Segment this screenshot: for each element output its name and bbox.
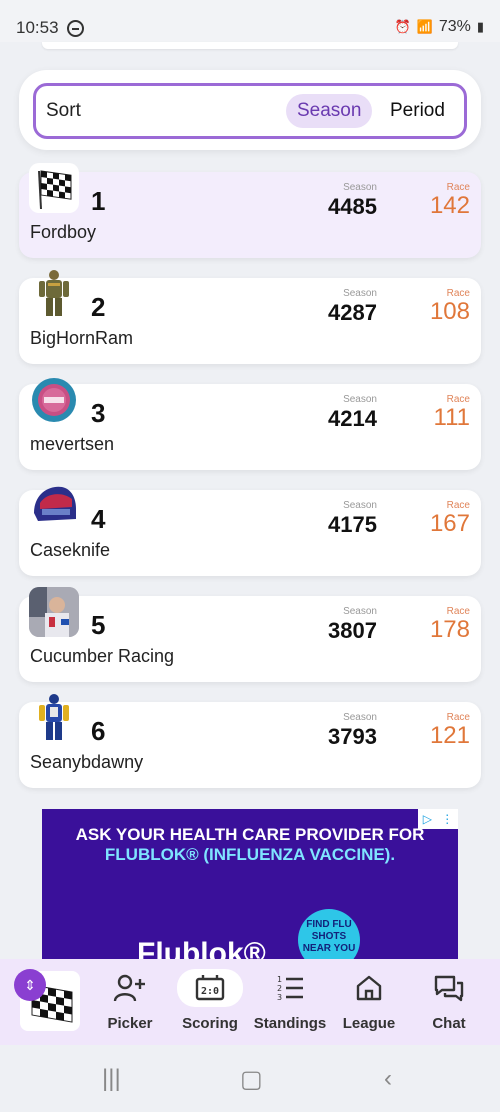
top-card-edge	[42, 42, 458, 49]
rank-number: 1	[91, 186, 106, 216]
ad-cta-badge[interactable]: FIND FLU SHOTS NEAR YOU	[298, 909, 360, 959]
system-nav-bar: ||| ▢ ‹	[0, 1045, 500, 1112]
ad-brand: Flublok®	[137, 937, 266, 959]
season-label: Season	[343, 394, 377, 405]
nav-label: Picker	[107, 1015, 153, 1032]
status-right: ⏰ 📶 73% ▮	[394, 18, 484, 36]
sort-label: Sort	[46, 100, 81, 121]
nav-scoring[interactable]: 2:0 Scoring	[170, 969, 250, 1039]
sort-control: Sort Season Period	[33, 83, 467, 139]
rank-number: 6	[91, 716, 106, 746]
nav-standings[interactable]: 123 Standings	[250, 969, 330, 1039]
season-label: Season	[343, 712, 377, 723]
race-score: 167	[429, 510, 470, 537]
svg-text:2:0: 2:0	[201, 986, 219, 997]
race-score: 121	[429, 722, 470, 749]
standings-row[interactable]: 5 Cucumber Racing Season 3807 Race 178	[19, 587, 481, 682]
season-score: 4287	[328, 300, 377, 325]
player-name: Cucumber Racing	[30, 646, 175, 666]
season-label: Season	[343, 288, 377, 299]
race-score: 142	[429, 192, 470, 219]
home-button-icon[interactable]: ▢	[240, 1065, 263, 1094]
ad-subheadline: FLUBLOK® (INFLUENZA VACCINE).	[104, 845, 396, 864]
player-name: mevertsen	[30, 434, 115, 454]
race-score: 178	[429, 616, 470, 643]
driver-photo	[29, 587, 79, 637]
bottom-nav: ⇕ Picker 2:0 Scoring 123 Standings Leagu…	[0, 959, 500, 1045]
nav-label: Standings	[253, 1015, 327, 1032]
standings-row[interactable]: 1 Fordboy Season 4485 Race 142	[19, 163, 481, 258]
rank-number: 5	[91, 610, 106, 640]
scoreboard-icon: 2:0	[177, 969, 243, 1007]
driver-suit-icon	[29, 693, 79, 743]
driver-suit-icon	[29, 269, 79, 319]
sort-period-option[interactable]: Period	[379, 94, 456, 128]
player-name: BigHornRam	[30, 328, 134, 348]
season-score: 3807	[328, 618, 377, 643]
sort-season-option[interactable]: Season	[286, 94, 373, 128]
switch-team-icon[interactable]: ⇕	[14, 969, 46, 1001]
season-score: 4175	[328, 512, 377, 537]
season-score: 3793	[328, 724, 377, 749]
standings-row[interactable]: 4 Caseknife Season 4175 Race 167	[19, 486, 481, 576]
season-label: Season	[343, 500, 377, 511]
nav-label: League	[342, 1015, 396, 1032]
svg-text:3: 3	[277, 993, 282, 1002]
status-time: 10:53	[16, 18, 59, 37]
do-not-disturb-icon	[67, 20, 84, 37]
recent-apps-icon[interactable]: |||	[102, 1065, 121, 1093]
player-name: Seanybdawny	[30, 752, 144, 772]
rank-number: 4	[91, 504, 106, 534]
nav-league[interactable]: League	[329, 969, 409, 1039]
home-icon	[329, 969, 409, 1007]
nav-label: Chat	[432, 1015, 466, 1032]
back-icon[interactable]: ‹	[384, 1065, 392, 1093]
ranked-list-icon: 123	[250, 969, 330, 1007]
standings-row[interactable]: 6 Seanybdawny Season 3793 Race 121	[19, 694, 481, 788]
battery-percent: 73%	[438, 18, 471, 35]
race-score: 111	[433, 404, 470, 431]
player-name: Fordboy	[30, 222, 97, 242]
adchoices-icon[interactable]: ▷ ⋮	[418, 809, 458, 829]
standings-row[interactable]: 2 BigHornRam Season 4287 Race 108	[19, 270, 481, 364]
racing-helmet-icon	[29, 481, 79, 531]
add-person-icon	[90, 969, 170, 1007]
season-score: 4214	[328, 406, 377, 431]
nav-label: Scoring	[182, 1015, 238, 1032]
battery-icon: ▮	[476, 19, 484, 34]
status-bar: 10:53 ⏰ 📶 73% ▮	[0, 0, 500, 42]
season-score: 4485	[328, 194, 377, 219]
nav-picker[interactable]: Picker	[90, 969, 170, 1039]
fantrax-gauge-icon	[29, 375, 79, 425]
svg-text:1: 1	[277, 975, 282, 984]
chat-icon	[409, 969, 489, 1007]
season-label: Season	[343, 182, 377, 193]
player-name: Caseknife	[30, 540, 111, 560]
alarm-icon: ⏰	[394, 19, 411, 34]
rank-number: 3	[91, 398, 106, 428]
season-label: Season	[343, 606, 377, 617]
ad-headline: ASK YOUR HEALTH CARE PROVIDER FOR	[75, 825, 425, 844]
standings-row[interactable]: 3 mevertsen Season 4214 Race 111	[19, 378, 481, 470]
sort-card: Sort Season Period	[19, 70, 481, 150]
svg-text:2: 2	[277, 984, 282, 993]
nav-chat[interactable]: Chat	[409, 969, 489, 1039]
race-score: 108	[429, 298, 470, 325]
ad-banner[interactable]: ASK YOUR HEALTH CARE PROVIDER FOR FLUBLO…	[42, 809, 458, 959]
wifi-icon: 📶	[416, 19, 433, 34]
rank-number: 2	[91, 292, 106, 322]
checkered-flag-icon	[29, 163, 79, 213]
